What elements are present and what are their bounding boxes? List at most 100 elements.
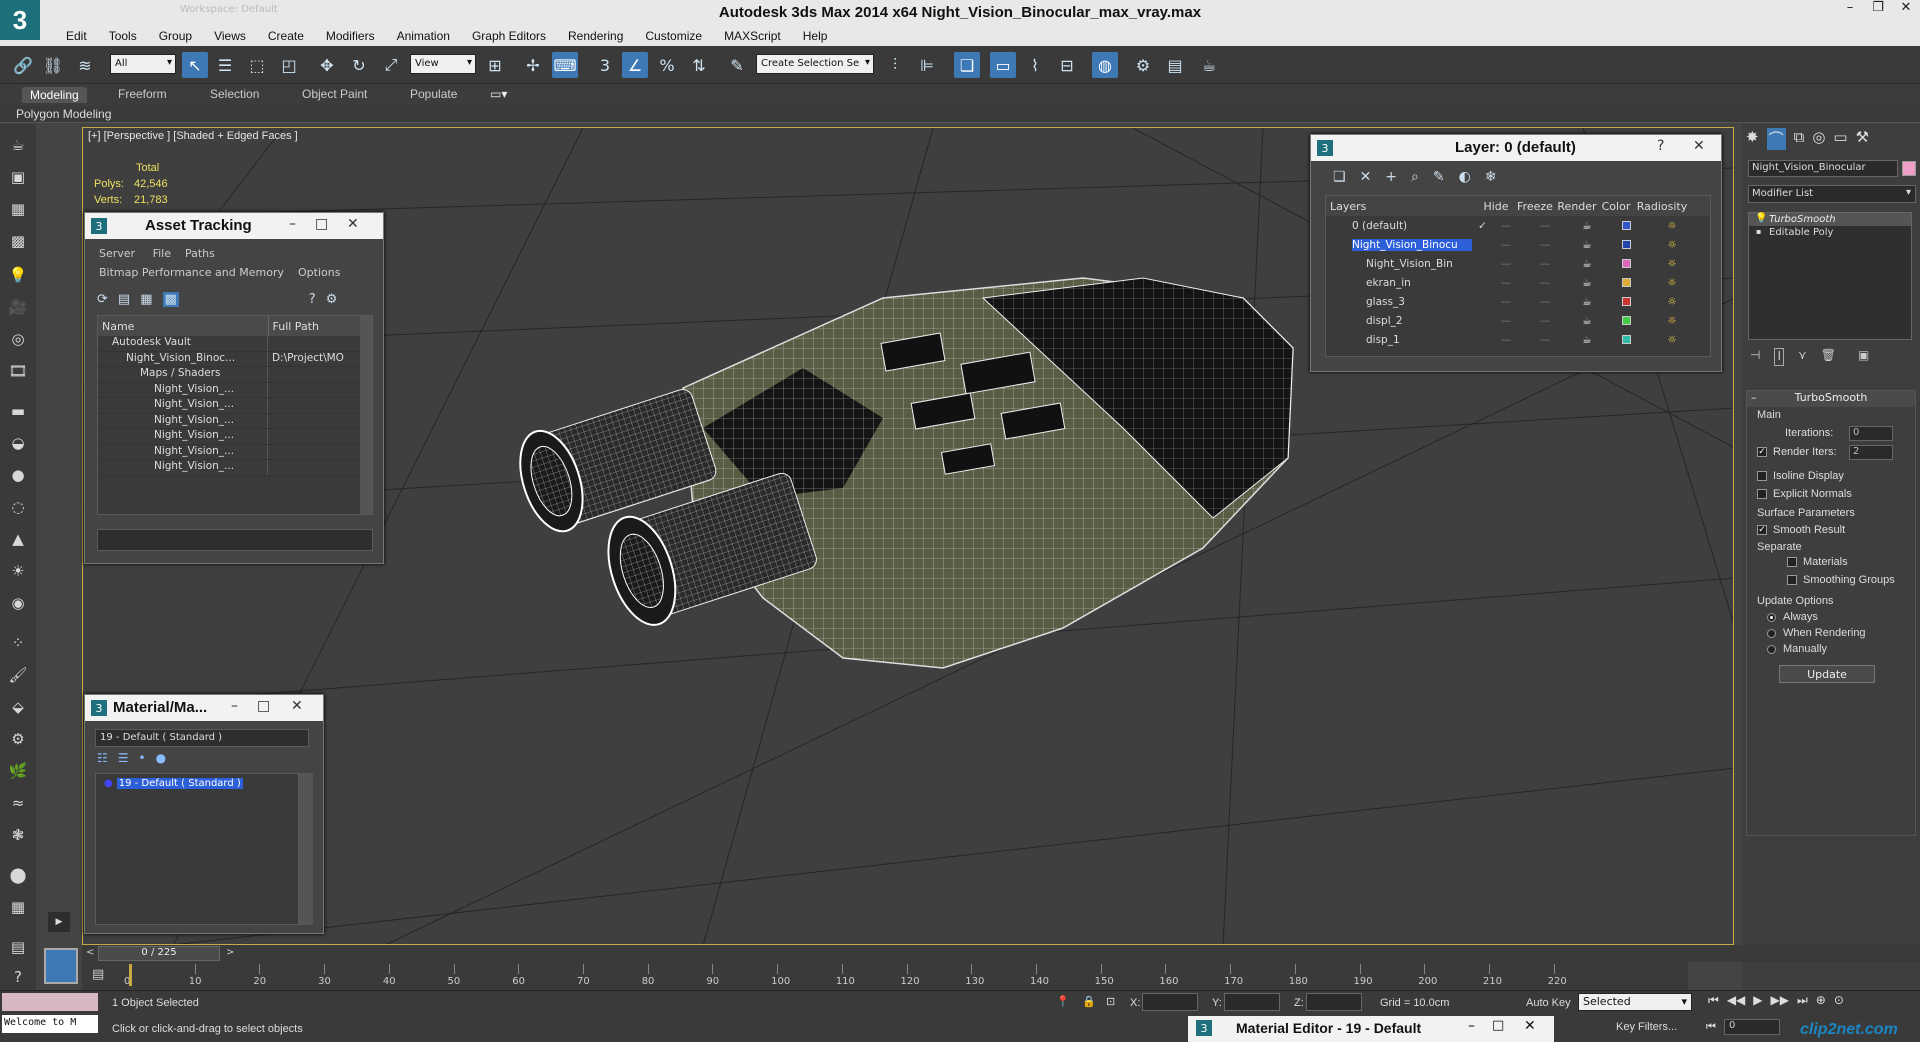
- auto-key-button[interactable]: Auto Key: [1526, 997, 1571, 1009]
- object-color-swatch[interactable]: [1902, 161, 1916, 176]
- pin-stack-icon[interactable]: ⊣: [1750, 348, 1760, 366]
- menu-views[interactable]: Views: [203, 26, 257, 46]
- stack-item-turbosmooth[interactable]: 💡 TurboSmooth: [1749, 213, 1911, 226]
- panel-icon[interactable]: ▦: [7, 198, 29, 220]
- freeze-toggle[interactable]: —: [1524, 239, 1566, 251]
- close-button[interactable]: ✕: [1693, 138, 1705, 154]
- select-in-layer-icon[interactable]: ⌕: [1411, 169, 1419, 185]
- minimize-button[interactable]: –: [231, 698, 238, 714]
- render-teapot-icon[interactable]: ☕: [1566, 334, 1608, 346]
- menu-group[interactable]: Group: [148, 26, 203, 46]
- grid-view-icon[interactable]: ▩: [162, 291, 179, 307]
- render-teapot-icon[interactable]: ☕: [1566, 296, 1608, 308]
- rect-selection-icon[interactable]: ⬚: [244, 52, 270, 78]
- layer-color-swatch[interactable]: [1608, 297, 1644, 306]
- hide-toggle[interactable]: —: [1488, 334, 1524, 346]
- render-iters-checkbox[interactable]: ✓: [1757, 447, 1767, 457]
- align-icon[interactable]: ⊫: [914, 52, 940, 78]
- curve-editor-icon[interactable]: ⌇: [1022, 52, 1048, 78]
- col-color[interactable]: Color: [1598, 200, 1634, 213]
- schematic-view-icon[interactable]: ⊟: [1054, 52, 1080, 78]
- refresh-icon[interactable]: ⟳: [97, 292, 108, 307]
- layer-row[interactable]: Night_Vision_Bin — — ☕ ☼: [1326, 254, 1710, 273]
- always-radio[interactable]: [1767, 613, 1776, 622]
- menu-modifiers[interactable]: Modifiers: [315, 26, 386, 46]
- spinner-snap-icon[interactable]: ⇅: [686, 52, 712, 78]
- app-logo-icon[interactable]: 3: [0, 0, 40, 40]
- minimize-button[interactable]: –: [289, 216, 296, 232]
- freeze-toggle[interactable]: —: [1524, 258, 1566, 270]
- grid-icon[interactable]: ▩: [7, 230, 29, 252]
- hide-toggle[interactable]: —: [1488, 296, 1524, 308]
- table-row[interactable]: Night_Vision_...: [98, 413, 372, 429]
- radiosity-lamp-icon[interactable]: ☼: [1644, 258, 1700, 270]
- lock-icon[interactable]: 🔒: [1082, 995, 1096, 1008]
- selection-filter-dropdown[interactable]: All: [110, 54, 176, 74]
- close-button[interactable]: ✕: [347, 216, 359, 232]
- reference-coordinate-dropdown[interactable]: View: [410, 54, 476, 74]
- menu-graph-editors[interactable]: Graph Editors: [461, 26, 557, 46]
- stack-item-editable-poly[interactable]: ▪ Editable Poly: [1749, 226, 1911, 239]
- update-button[interactable]: Update: [1779, 665, 1875, 683]
- graphite-toggle-icon[interactable]: ▭: [990, 52, 1016, 78]
- freeze-toggle[interactable]: —: [1524, 296, 1566, 308]
- layer-color-swatch[interactable]: [1608, 316, 1644, 325]
- move-icon[interactable]: ✥: [314, 52, 340, 78]
- time-slider-thumb[interactable]: 0 / 225: [98, 946, 220, 961]
- freeze-toggle[interactable]: —: [1524, 334, 1566, 346]
- table-row[interactable]: Autodesk Vault: [98, 336, 372, 352]
- close-button[interactable]: ✕: [1892, 0, 1920, 22]
- y-coordinate-field[interactable]: [1224, 993, 1280, 1011]
- radiosity-lamp-icon[interactable]: ☼: [1644, 220, 1700, 232]
- menu-file[interactable]: File: [153, 247, 171, 260]
- table-icon[interactable]: ▦: [140, 292, 152, 307]
- select-object-icon[interactable]: ↖: [182, 52, 208, 78]
- radiosity-lamp-icon[interactable]: ☼: [1644, 334, 1700, 346]
- light-icon[interactable]: 💡: [7, 264, 29, 286]
- prev-frame-icon[interactable]: <: [86, 947, 94, 958]
- menu-tools[interactable]: Tools: [98, 26, 148, 46]
- viewport-label[interactable]: [+] [Perspective ] [Shaded + Edged Faces…: [88, 130, 298, 142]
- hair-icon[interactable]: ≈: [7, 792, 29, 814]
- menu-rendering[interactable]: Rendering: [557, 26, 634, 46]
- delete-layer-icon[interactable]: ✕: [1360, 169, 1372, 185]
- hemisphere-icon[interactable]: ◒: [7, 432, 29, 454]
- help-icon[interactable]: ?: [7, 966, 29, 988]
- absolute-mode-icon[interactable]: ⊡: [1106, 995, 1115, 1008]
- render-teapot-icon[interactable]: ☕: [1566, 258, 1608, 270]
- help-icon[interactable]: ?: [309, 292, 316, 307]
- make-unique-icon[interactable]: ⋎: [1798, 348, 1807, 366]
- minimize-button[interactable]: –: [1836, 0, 1864, 22]
- freeze-toggle[interactable]: —: [1524, 277, 1566, 289]
- hide-toggle[interactable]: —: [1488, 277, 1524, 289]
- sun-icon[interactable]: ☀: [7, 560, 29, 582]
- time-slider[interactable]: < 0 / 225 >: [82, 945, 1920, 962]
- polygon-modeling-panel[interactable]: Polygon Modeling: [16, 107, 111, 121]
- materials-checkbox[interactable]: [1787, 557, 1797, 567]
- help-button[interactable]: ?: [1657, 138, 1664, 154]
- hide-toggle[interactable]: —: [1488, 220, 1524, 232]
- plant-icon[interactable]: 🌿: [7, 760, 29, 782]
- freeze-toggle[interactable]: —: [1524, 315, 1566, 327]
- close-button[interactable]: ✕: [1524, 1018, 1536, 1034]
- hide-toggle[interactable]: —: [1488, 258, 1524, 270]
- when-rendering-radio[interactable]: [1767, 629, 1776, 638]
- maxscript-mini-listener-pink[interactable]: [2, 993, 98, 1011]
- layer-color-swatch[interactable]: [1608, 259, 1644, 268]
- layer-color-swatch[interactable]: [1608, 335, 1644, 344]
- menu-server[interactable]: Server: [99, 247, 135, 260]
- object-name-field[interactable]: Night_Vision_Binocular: [1748, 160, 1898, 177]
- manually-radio[interactable]: [1767, 645, 1776, 654]
- render-teapot-icon[interactable]: ☕: [1566, 315, 1608, 327]
- table-row[interactable]: Night_Vision_...: [98, 444, 372, 460]
- menu-options[interactable]: Options: [298, 266, 340, 279]
- hierarchy-tab-icon[interactable]: ⧉: [1794, 128, 1805, 150]
- render-sphere-icon[interactable]: ⬤: [7, 864, 29, 886]
- select-manipulate-icon[interactable]: ✢: [520, 52, 546, 78]
- tab-object-paint[interactable]: Object Paint: [302, 87, 367, 101]
- material-name-field[interactable]: 19 - Default ( Standard ): [95, 729, 309, 747]
- render-teapot-icon[interactable]: ☕: [1566, 239, 1608, 251]
- layer-row[interactable]: 0 (default) ✓ — — ☕ ☼: [1326, 216, 1710, 235]
- layer-color-swatch[interactable]: [1608, 278, 1644, 287]
- select-by-name-icon[interactable]: ☰: [212, 52, 238, 78]
